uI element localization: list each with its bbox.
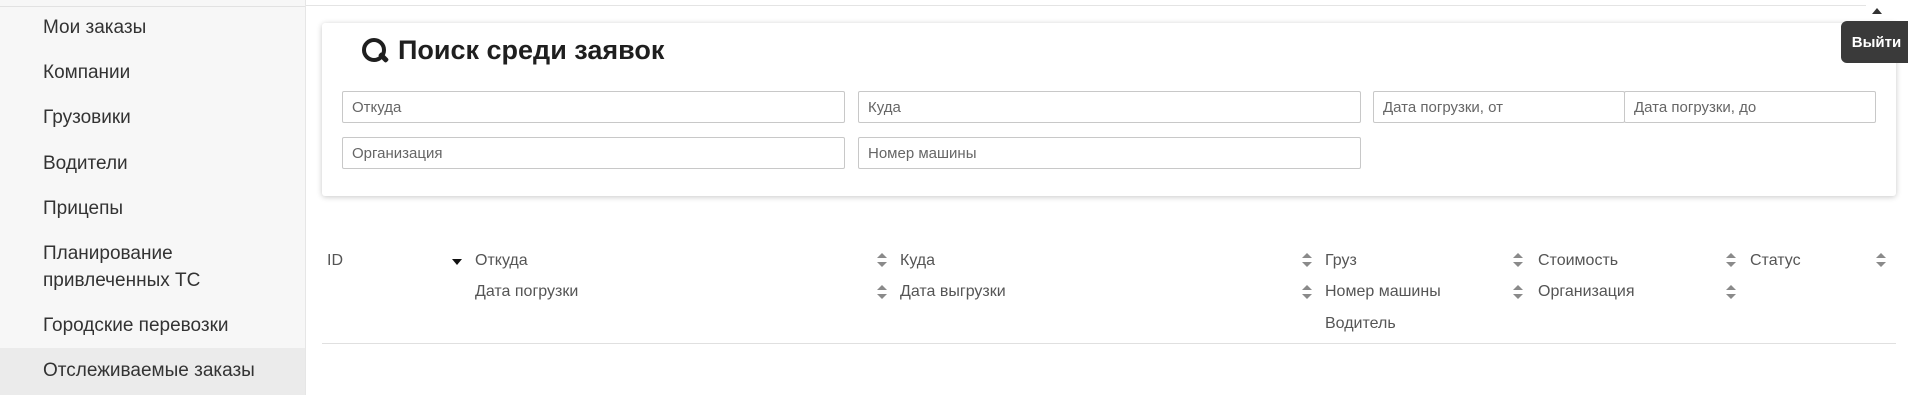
search-panel-title: Поиск среди заявок [362, 35, 664, 66]
sort-icon[interactable] [1726, 285, 1736, 299]
scroll-up-icon[interactable] [1872, 8, 1882, 14]
sidebar-divider [0, 0, 305, 7]
sort-icon[interactable] [1726, 253, 1736, 267]
sort-icon[interactable] [1302, 253, 1312, 267]
column-unload-date[interactable]: Дата выгрузки [900, 282, 1006, 302]
column-id[interactable]: ID [327, 251, 343, 271]
organization-input[interactable] [342, 137, 845, 169]
sidebar-item-trucks[interactable]: Грузовики [0, 104, 305, 131]
sidebar-item-planning[interactable]: Планирование привлеченных ТС [0, 240, 260, 294]
column-driver[interactable]: Водитель [1325, 314, 1396, 334]
load-date-from-input[interactable] [1373, 91, 1625, 123]
column-car-number[interactable]: Номер машины [1325, 282, 1441, 302]
sidebar-item-trailers[interactable]: Прицепы [0, 195, 305, 222]
sort-icon[interactable] [877, 253, 887, 267]
column-status[interactable]: Статус [1750, 251, 1801, 271]
sidebar-item-drivers[interactable]: Водители [0, 150, 305, 177]
sort-desc-icon[interactable] [452, 259, 462, 265]
table-divider [322, 343, 1896, 344]
column-cargo[interactable]: Груз [1325, 251, 1357, 271]
sort-icon[interactable] [1302, 285, 1312, 299]
to-input[interactable] [858, 91, 1361, 123]
sort-icon[interactable] [1876, 253, 1886, 267]
search-icon [362, 37, 390, 64]
sort-icon[interactable] [1513, 253, 1523, 267]
column-to[interactable]: Куда [900, 251, 935, 271]
sidebar-item-city-transport[interactable]: Городские перевозки [0, 312, 305, 339]
search-panel: Поиск среди заявок [322, 23, 1896, 196]
search-title-text: Поиск среди заявок [398, 35, 665, 65]
column-organization[interactable]: Организация [1538, 282, 1635, 302]
load-date-to-input[interactable] [1624, 91, 1876, 123]
logout-button[interactable]: Выйти [1841, 21, 1908, 63]
column-from[interactable]: Откуда [475, 251, 528, 271]
logout-label: Выйти [1851, 33, 1902, 51]
sort-icon[interactable] [1513, 285, 1523, 299]
top-divider [306, 5, 1866, 6]
column-cost[interactable]: Стоимость [1538, 251, 1618, 271]
column-load-date[interactable]: Дата погрузки [475, 282, 578, 302]
sidebar-item-tracked-orders[interactable]: Отслеживаемые заказы [0, 348, 305, 395]
sidebar-item-my-orders[interactable]: Мои заказы [0, 14, 305, 41]
from-input[interactable] [342, 91, 845, 123]
sidebar: Мои заказы Компании Грузовики Водители П… [0, 0, 306, 395]
sort-icon[interactable] [877, 285, 887, 299]
car-number-input[interactable] [858, 137, 1361, 169]
sidebar-item-companies[interactable]: Компании [0, 59, 305, 86]
